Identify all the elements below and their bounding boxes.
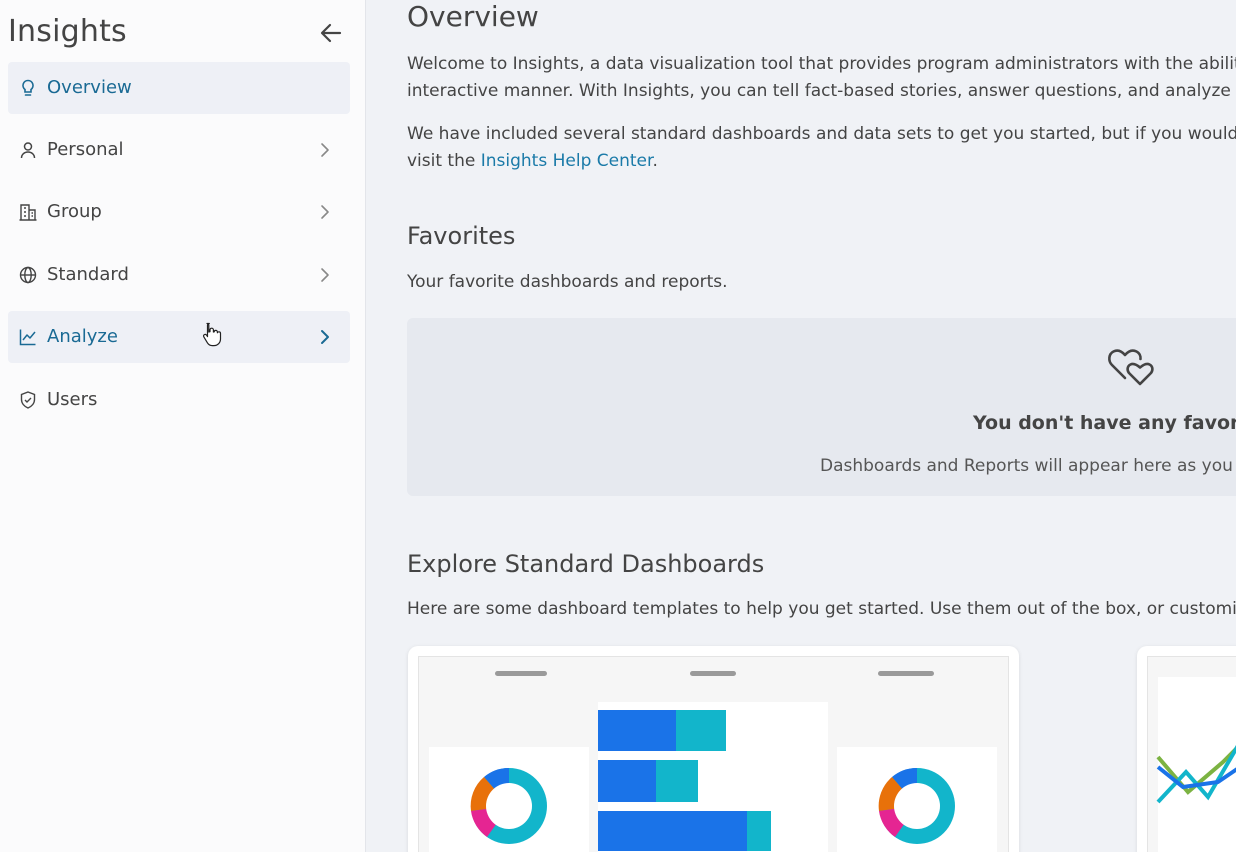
chevron-right-icon	[321, 330, 329, 344]
globe-icon	[19, 266, 37, 284]
help-center-link[interactable]: Insights Help Center	[481, 151, 653, 171]
line-chart-icon	[19, 329, 36, 346]
hand-cursor-icon	[202, 322, 222, 347]
building-icon	[19, 204, 37, 221]
included-text-line: visit the Insights Help Center.	[407, 148, 658, 175]
arrow-left-icon[interactable]	[318, 20, 344, 46]
main-content: Overview Welcome to Insights, a data vis…	[367, 0, 1236, 852]
favorites-description: Your favorite dashboards and reports.	[407, 272, 728, 292]
shield-icon	[20, 391, 36, 409]
explore-description: Here are some dashboard templates to hel…	[407, 599, 1236, 619]
favorites-heading: Favorites	[407, 222, 516, 250]
app-title: Insights	[8, 14, 127, 49]
intro-text-line: Welcome to Insights, a data visualizatio…	[407, 54, 1236, 74]
thumb-title-placeholder	[495, 671, 547, 676]
sidebar-item-overview[interactable]: Overview	[8, 62, 350, 114]
included-text-line: We have included several standard dashbo…	[407, 124, 1236, 144]
sidebar: Insights Overview Personal Group Standar…	[0, 0, 366, 852]
sidebar-item-group[interactable]: Group	[8, 186, 350, 238]
dashboard-template-card[interactable]	[408, 646, 1019, 852]
favorites-empty-subtitle: Dashboards and Reports will appear here …	[820, 456, 1236, 476]
sidebar-item-label: Personal	[47, 139, 124, 160]
sidebar-item-label: Overview	[47, 77, 132, 98]
favorites-empty-title: You don't have any favorite	[973, 412, 1236, 434]
thumb-donut	[470, 767, 547, 844]
thumb-bar	[598, 760, 656, 802]
sidebar-item-label: Users	[47, 389, 98, 410]
sidebar-item-label: Group	[47, 201, 102, 222]
person-icon	[20, 142, 36, 159]
thumb-bar	[656, 760, 698, 802]
thumb-bar	[598, 710, 676, 751]
sidebar-item-standard[interactable]: Standard	[8, 249, 350, 301]
thumb-donut	[878, 767, 955, 844]
included-prefix: visit the	[407, 151, 481, 171]
thumb-bar	[676, 710, 726, 751]
included-suffix: .	[652, 151, 658, 171]
favorites-empty-state: You don't have any favorite Dashboards a…	[407, 318, 1236, 496]
thumb-bar	[598, 811, 747, 851]
chevron-right-icon	[321, 205, 329, 219]
explore-heading: Explore Standard Dashboards	[407, 550, 765, 578]
dashboard-thumbnail	[418, 656, 1009, 852]
intro-text-line: interactive manner. With Insights, you c…	[407, 81, 1236, 101]
chevron-right-icon	[321, 268, 329, 282]
dashboard-template-card[interactable]	[1137, 646, 1236, 852]
chevron-right-icon	[321, 143, 329, 157]
sidebar-item-personal[interactable]: Personal	[8, 124, 350, 176]
sidebar-item-users[interactable]: Users	[8, 374, 350, 426]
thumb-bar	[747, 811, 771, 851]
thumb-title-placeholder	[690, 671, 736, 676]
hearts-icon	[1108, 349, 1154, 386]
page-title: Overview	[407, 0, 539, 33]
sidebar-item-label: Standard	[47, 264, 129, 285]
thumb-title-placeholder	[878, 671, 934, 676]
dashboard-thumbnail	[1147, 656, 1236, 852]
dashboard-thumbnail-illustration	[429, 671, 997, 852]
lightbulb-icon	[22, 79, 34, 96]
sidebar-item-analyze[interactable]: Analyze	[8, 311, 350, 363]
sidebar-item-label: Analyze	[47, 326, 118, 347]
dashboard-thumbnail-illustration	[1156, 677, 1236, 852]
thumb-panel	[1158, 677, 1236, 852]
